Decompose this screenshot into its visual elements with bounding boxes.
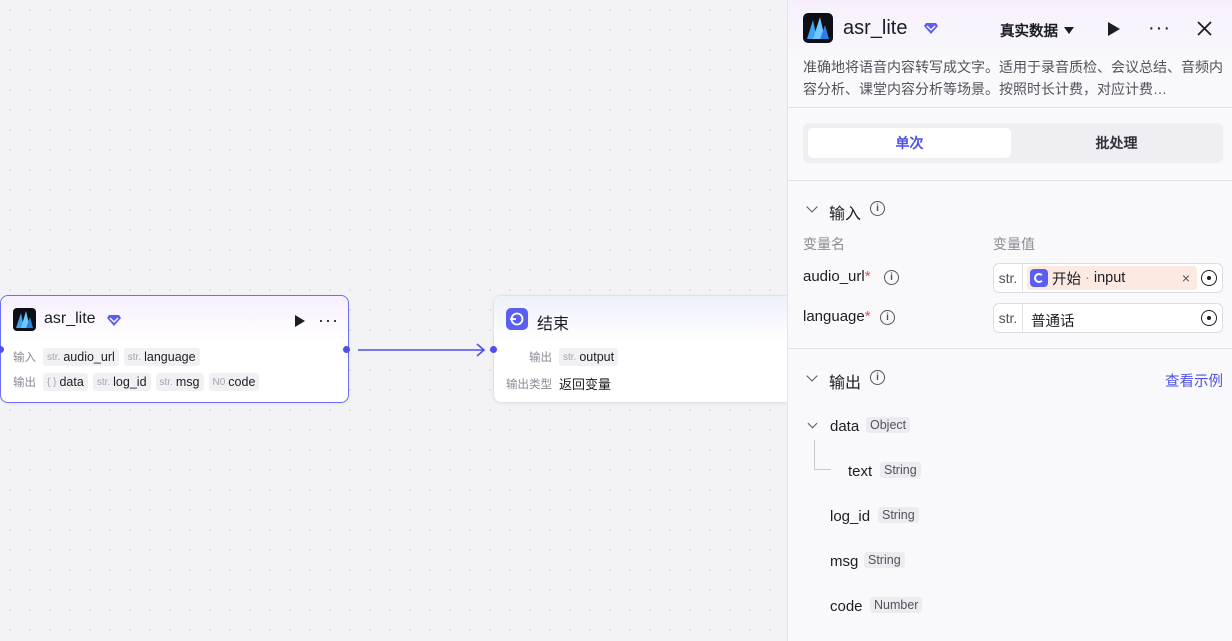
var-language-name: language*	[803, 308, 871, 325]
collapse-output-chevron-icon[interactable]	[806, 370, 818, 382]
output-section-title: 输出	[829, 375, 862, 392]
col-var-value: 变量值	[993, 236, 1035, 252]
ref-separator: ·	[1085, 270, 1090, 286]
edge-connector[interactable]	[355, 340, 495, 360]
data-mode-dropdown[interactable]: 真实数据	[1000, 20, 1074, 41]
end-output-type-row: 输出类型 返回变量	[506, 374, 611, 393]
premium-gem-icon	[924, 23, 938, 34]
output-field-name: msg	[830, 553, 859, 570]
panel-description: 准确地将语音内容转写成文字。适用于录音质检、会议总结、音频内容分析、课堂内容分析…	[803, 59, 1223, 97]
collapse-input-chevron-icon[interactable]	[806, 201, 818, 213]
output-chip: { } data	[43, 373, 88, 391]
variable-picker-icon[interactable]	[1201, 270, 1217, 286]
run-mode-tabs: 单次 批处理	[803, 123, 1223, 163]
var-audio-url-name: audio_url*	[803, 268, 871, 285]
divider	[788, 180, 1232, 181]
tab-batch[interactable]: 批处理	[1015, 128, 1218, 158]
tab-single[interactable]: 单次	[808, 128, 1011, 158]
input-port[interactable]	[0, 346, 4, 353]
output-type-label: 输出类型	[506, 378, 552, 391]
ref-var-name: input	[1093, 270, 1126, 286]
output-field-type: String	[864, 552, 905, 568]
asr-lite-node[interactable]: asr_lite ··· 输入 str. audio_url str. langua…	[0, 295, 350, 403]
expand-data-chevron-icon[interactable]	[807, 418, 818, 429]
panel-title: asr_lite	[843, 17, 908, 39]
node-inputs-row: 输入 str. audio_url str. language	[13, 348, 200, 366]
input-section-title: 输入	[829, 206, 862, 223]
workflow-canvas[interactable]: asr_lite ··· 输入 str. audio_url str. langua…	[0, 0, 793, 641]
output-chip: str. output	[559, 348, 619, 366]
output-field-type: String	[878, 507, 919, 523]
node-outputs-row: 输出 { } data str. log_id str. msg N0 code	[13, 373, 260, 391]
output-type-value: 返回变量	[559, 377, 612, 392]
info-icon[interactable]: i	[884, 270, 899, 285]
start-node-icon	[1030, 269, 1048, 287]
end-node[interactable]: 结束 输出 str. output 输出类型 返回变量	[490, 295, 793, 403]
node-title: asr_lite	[44, 310, 96, 327]
type-selector[interactable]: str.	[994, 304, 1023, 332]
output-field-name: log_id	[830, 508, 871, 525]
clear-reference-icon[interactable]: ×	[1182, 270, 1190, 286]
output-field-type: Object	[866, 417, 911, 433]
output-chip: str. msg	[155, 373, 204, 391]
data-mode-label: 真实数据	[1000, 24, 1058, 40]
output-field-name: data	[830, 418, 860, 435]
info-icon[interactable]: i	[870, 201, 885, 216]
output-port[interactable]	[343, 346, 350, 353]
run-icon[interactable]	[1108, 22, 1120, 36]
inputs-label: 输入	[13, 352, 36, 364]
node-run-icon[interactable]	[295, 315, 305, 327]
ref-node-name: 开始	[1052, 271, 1081, 288]
node-more-icon[interactable]: ···	[318, 311, 339, 329]
outputs-label: 输出	[13, 377, 36, 389]
divider	[788, 348, 1232, 349]
input-chip: str. audio_url	[43, 348, 119, 366]
language-value: 普通话	[1031, 314, 1075, 330]
language-value-field[interactable]: str. 普通话	[993, 303, 1223, 333]
output-chip: N0 code	[208, 373, 260, 391]
end-output-row: 输出 str. output	[529, 348, 619, 366]
input-chip: str. language	[123, 348, 200, 366]
node-title: 结束	[537, 316, 570, 333]
output-field-name: text	[848, 463, 873, 480]
type-selector[interactable]: str.	[994, 264, 1023, 292]
tree-connector	[814, 440, 831, 470]
variable-picker-icon[interactable]	[1201, 310, 1217, 326]
output-chip: str. log_id	[92, 373, 151, 391]
input-port[interactable]	[490, 346, 497, 353]
panel-header: asr_lite 真实数据 ··· 准确地将语音内容转写成文字。适用于录音质检、…	[788, 0, 1232, 108]
premium-gem-icon	[107, 315, 121, 326]
asr-logo-icon	[803, 13, 833, 43]
col-var-name: 变量名	[803, 236, 845, 252]
more-icon[interactable]: ···	[1148, 18, 1171, 38]
output-field-type: Number	[870, 597, 923, 613]
info-icon[interactable]: i	[870, 370, 885, 385]
info-icon[interactable]: i	[880, 310, 895, 325]
node-detail-panel: asr_lite 真实数据 ··· 准确地将语音内容转写成文字。适用于录音质检、…	[787, 0, 1232, 641]
view-example-link[interactable]: 查看示例	[1165, 370, 1223, 391]
asr-logo-icon	[13, 308, 36, 331]
outputs-label: 输出	[529, 352, 552, 364]
output-field-type: String	[880, 462, 921, 478]
variable-reference-tag[interactable]: 开始 · input ×	[1027, 266, 1197, 290]
audio-url-value-field[interactable]: str. 开始 · input ×	[993, 263, 1223, 293]
caret-down-icon	[1064, 27, 1074, 34]
end-node-icon	[506, 308, 528, 330]
output-field-name: code	[830, 598, 863, 615]
close-icon[interactable]	[1197, 21, 1212, 36]
